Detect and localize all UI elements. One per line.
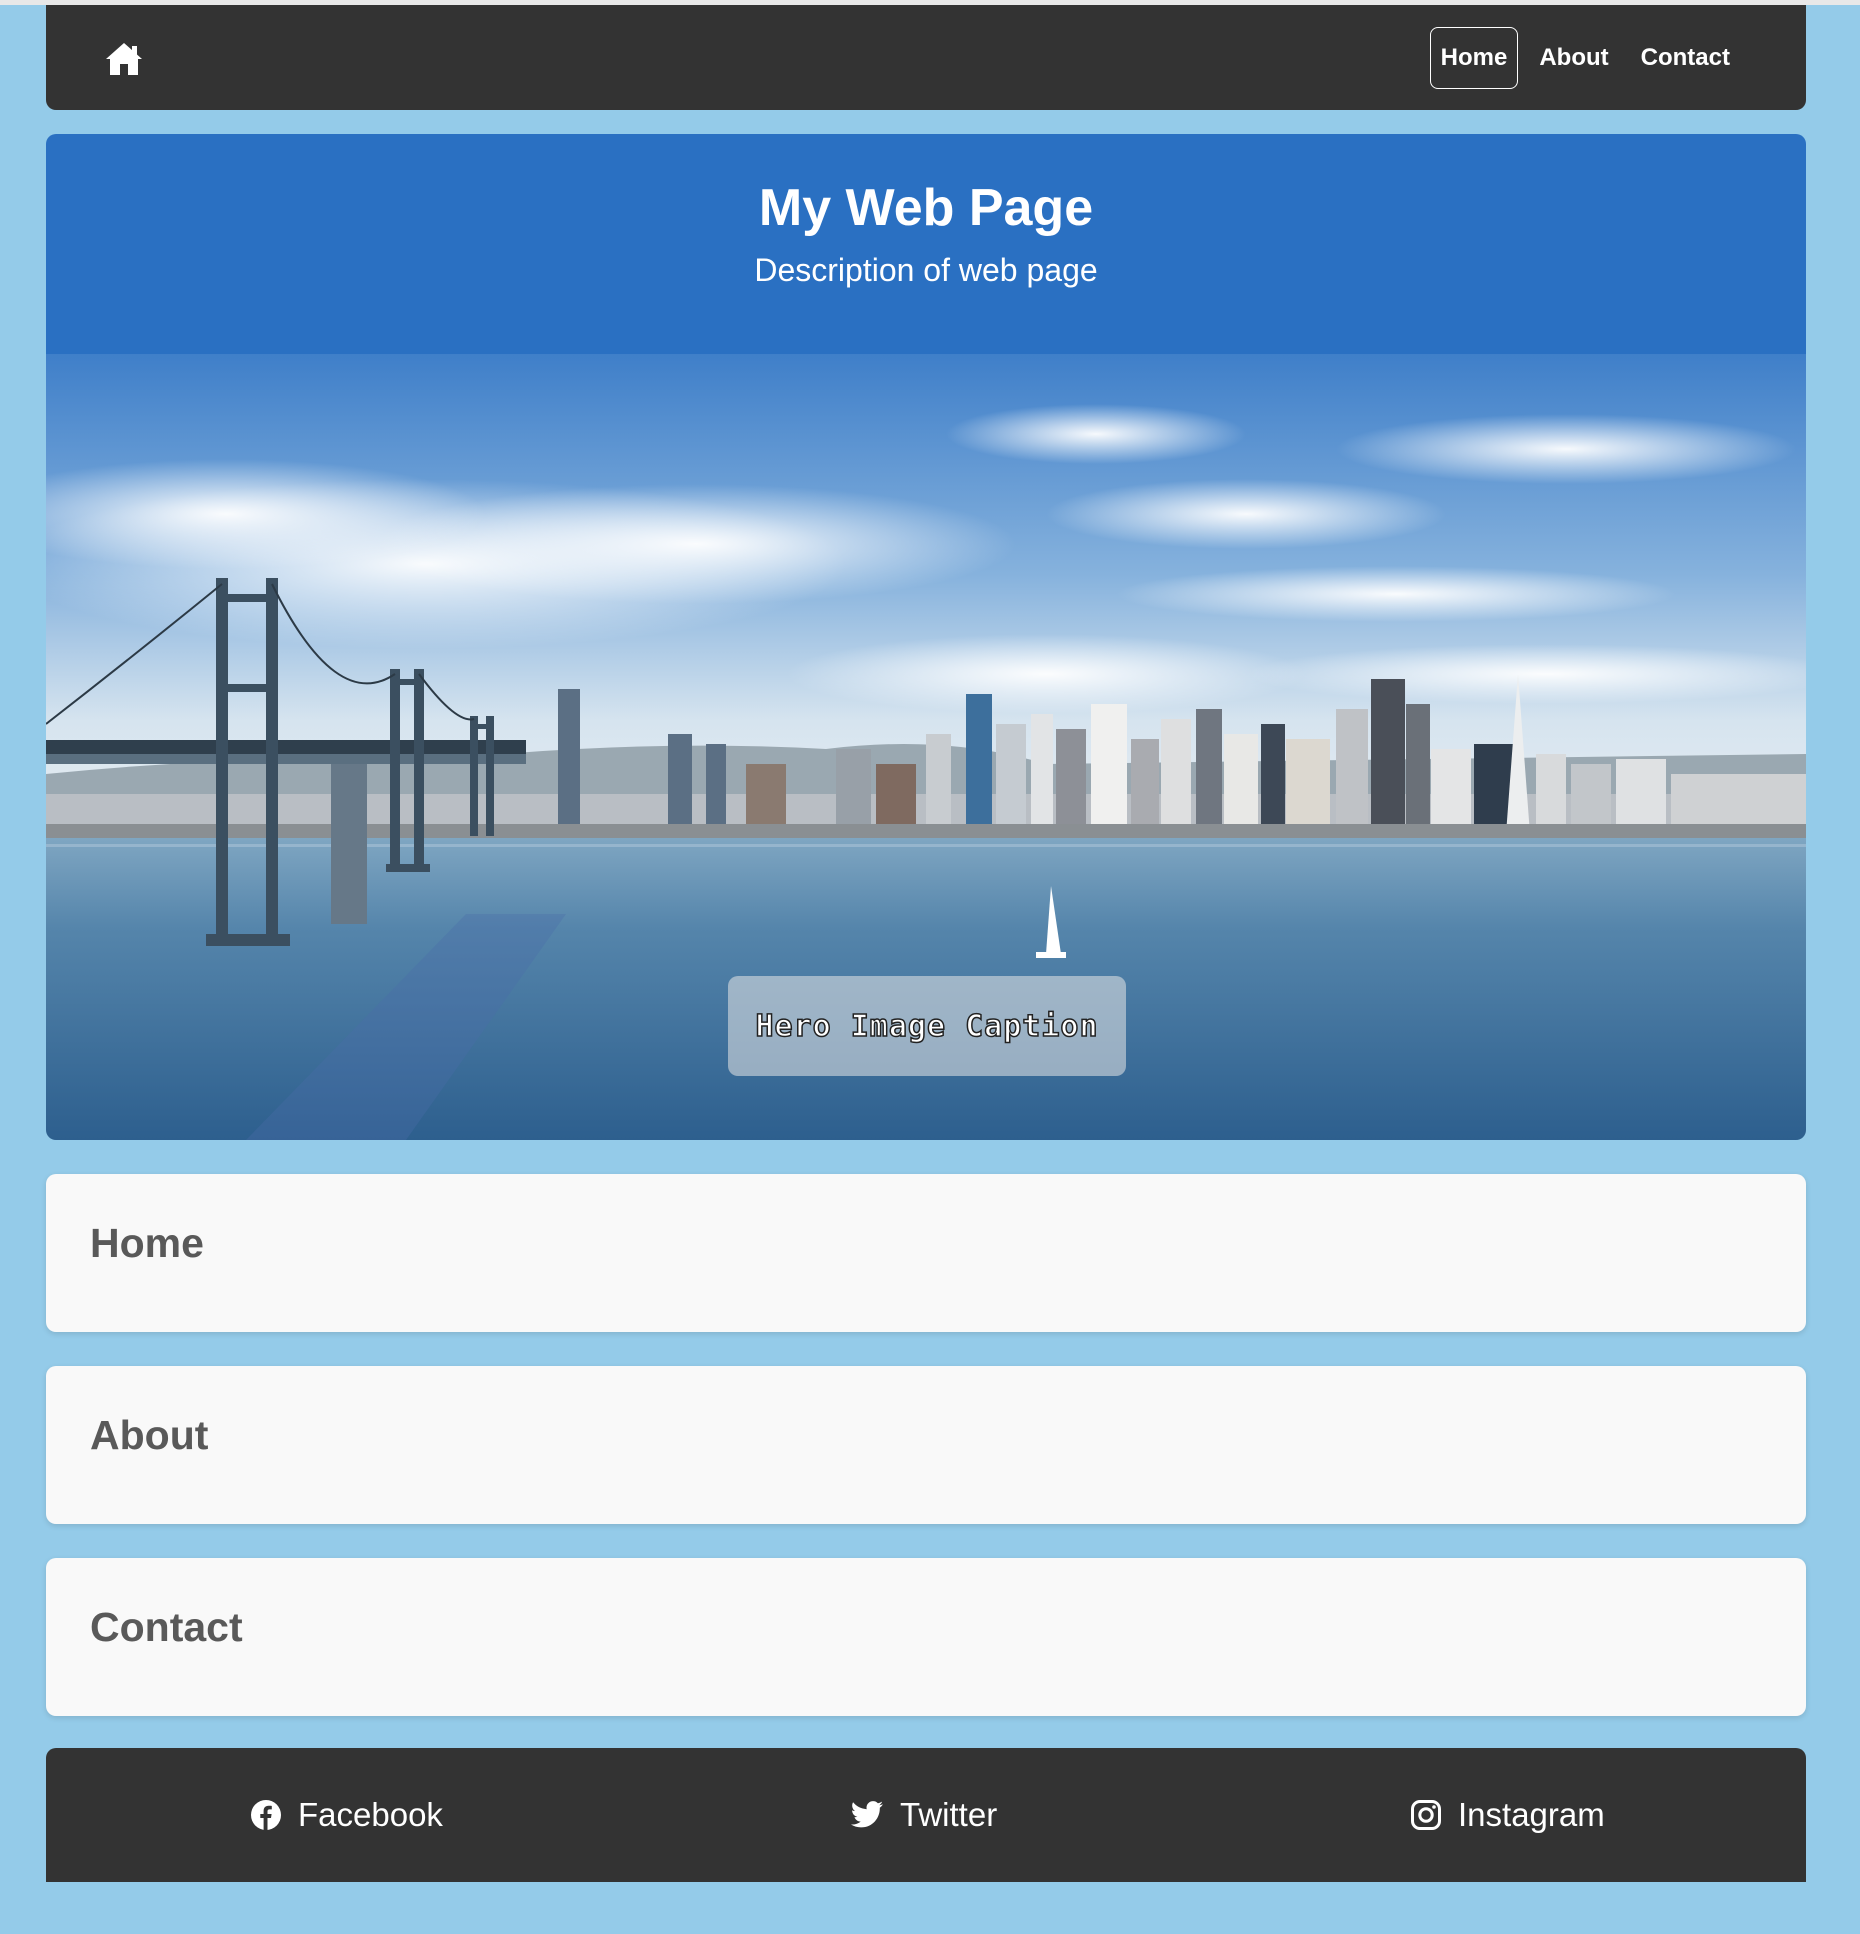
footer: Facebook Twitter Instagram [46, 1748, 1806, 1882]
page-title: My Web Page [758, 179, 1094, 237]
section-heading-about: About [90, 1412, 209, 1458]
twitter-label: Twitter [900, 1796, 998, 1833]
home-icon[interactable] [104, 41, 144, 77]
hero-caption: Hero Image Caption [728, 976, 1126, 1076]
instagram-link[interactable]: Instagram [1410, 1792, 1605, 1838]
twitter-link[interactable]: Twitter [850, 1792, 997, 1838]
instagram-icon [1411, 1800, 1441, 1830]
section-contact: Contact [46, 1558, 1806, 1716]
nav-link-home[interactable]: Home [1429, 27, 1519, 89]
navbar: Home About Contact [46, 5, 1806, 110]
section-heading-home: Home [90, 1220, 204, 1266]
facebook-label: Facebook [298, 1796, 443, 1833]
nav-link-contact[interactable]: Contact [1630, 27, 1741, 89]
page-description: Description of web page [754, 252, 1098, 288]
nav-link-about[interactable]: About [1528, 27, 1619, 89]
hero-image: Hero Image Caption [46, 354, 1806, 1140]
facebook-icon [251, 1800, 281, 1830]
twitter-icon [850, 1801, 883, 1828]
nav-links: Home About Contact [1429, 27, 1741, 89]
instagram-label: Instagram [1458, 1796, 1605, 1833]
section-home: Home [46, 1174, 1806, 1332]
section-heading-contact: Contact [90, 1604, 243, 1650]
page-header: My Web Page Description of web page [46, 134, 1806, 354]
facebook-link[interactable]: Facebook [250, 1792, 443, 1838]
section-about: About [46, 1366, 1806, 1524]
